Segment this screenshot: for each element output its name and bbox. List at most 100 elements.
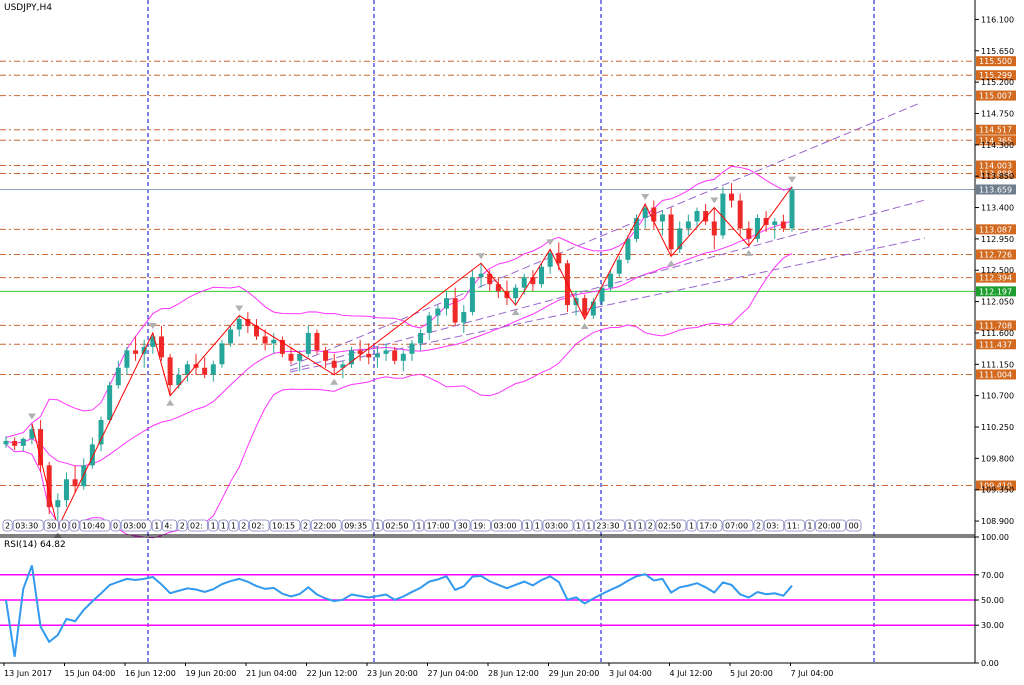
rsi-tick-label: 30.00 <box>981 621 1004 630</box>
candle-up <box>444 298 450 309</box>
time-label: 03:00 <box>123 522 146 531</box>
time-label: 1 <box>211 522 216 531</box>
chart-window[interactable]: 115.500 115.299 115.007 114.517 114.365 114.0… <box>0 0 1024 683</box>
time-label: 10:15 <box>272 522 295 531</box>
time-label: 1 <box>586 522 591 531</box>
time-label: 17:00 <box>427 522 450 531</box>
support-price-label: 112.197 <box>979 287 1012 296</box>
price-tick-label: 111.600 <box>981 329 1014 338</box>
level-price-label: 111.004 <box>979 370 1012 379</box>
time-tick-label: 4 Jul 12:00 <box>670 669 713 678</box>
price-tick-label: 110.700 <box>981 392 1014 401</box>
candle-up <box>219 343 225 365</box>
candle-down <box>651 207 657 222</box>
candle-up <box>685 221 691 229</box>
candle-down <box>323 350 329 361</box>
candle-down <box>366 353 372 358</box>
price-tick-label: 114.300 <box>981 141 1014 150</box>
time-label: 02: <box>190 522 203 531</box>
time-label: 19: <box>473 522 486 531</box>
time-label: 1 <box>807 522 812 531</box>
candle-up <box>789 190 795 229</box>
time-tick-label: 7 Jul 04:00 <box>791 669 834 678</box>
candle-up <box>513 287 519 299</box>
time-tick-label: 23 Jun 20:00 <box>367 669 418 678</box>
level-price-label: 115.007 <box>979 92 1012 101</box>
time-tick-label: 16 Jun 12:00 <box>125 669 176 678</box>
candle-down <box>288 353 294 361</box>
candle-up <box>435 308 441 316</box>
candle-up <box>616 259 622 274</box>
candle-down <box>737 200 743 229</box>
candle-up <box>228 329 234 344</box>
symbol-label: USDJPY,H4 <box>4 3 52 13</box>
chart-canvas[interactable]: 115.500115.299115.007114.517114.365114.0… <box>0 0 1024 683</box>
price-tick-label: 108.900 <box>981 517 1014 526</box>
time-label: 02: <box>251 522 264 531</box>
candle-down <box>780 221 786 229</box>
candle-down <box>72 479 78 487</box>
rsi-tick-label: 70.00 <box>981 571 1004 580</box>
rsi-tick-label: 50.00 <box>981 596 1004 605</box>
candle-up <box>210 364 216 375</box>
price-tick-label: 114.750 <box>981 109 1014 118</box>
time-label: 11: <box>787 522 800 531</box>
candle-up <box>521 277 527 288</box>
candle-up <box>124 350 130 368</box>
candle-down <box>495 284 501 292</box>
candle-up <box>115 367 121 386</box>
price-tick-label: 113.850 <box>981 172 1014 181</box>
candle-down <box>167 357 173 386</box>
candle-up <box>107 385 113 421</box>
time-label: 07:00 <box>725 522 748 531</box>
candle-up <box>236 319 242 330</box>
time-label: 1 <box>627 522 632 531</box>
candle-up <box>478 273 484 278</box>
candle-up <box>426 315 432 333</box>
price-tick-label: 112.500 <box>981 266 1014 275</box>
candle-down <box>262 336 268 344</box>
candle-up <box>20 438 26 446</box>
price-tick-label: 109.350 <box>981 486 1014 495</box>
price-tick-label: 112.950 <box>981 235 1014 244</box>
time-tick-label: 15 Jun 04:00 <box>65 669 116 678</box>
rsi-label: RSI(14) 64.82 <box>4 540 66 550</box>
time-label: 03:30 <box>15 522 38 531</box>
time-label: 1 <box>525 522 530 531</box>
time-label: 1 <box>221 522 226 531</box>
candle-up <box>590 301 596 316</box>
candle-down <box>556 252 562 264</box>
candle-down <box>133 350 139 354</box>
time-label: 30 <box>458 522 468 531</box>
candle-up <box>642 207 648 218</box>
time-label: 2 <box>241 522 246 531</box>
candle-up <box>98 420 104 445</box>
time-label: 2 <box>180 522 185 531</box>
time-label: 0 <box>72 522 77 531</box>
time-tick-label: 19 Jun 20:00 <box>186 669 237 678</box>
candle-down <box>202 367 208 375</box>
candle-up <box>271 339 277 344</box>
candle-up <box>409 343 415 354</box>
price-tick-label: 115.200 <box>981 78 1014 87</box>
candle-up <box>400 353 406 361</box>
rsi-tick-label: 0.00 <box>981 659 999 668</box>
time-label: 2 <box>756 522 761 531</box>
price-tick-label: 109.800 <box>981 454 1014 463</box>
time-tick-label: 21 Jun 04:00 <box>246 669 297 678</box>
candle-up <box>608 273 614 288</box>
candle-up <box>772 221 778 225</box>
time-label: 2 <box>5 522 10 531</box>
price-tick-label: 111.150 <box>981 360 1014 369</box>
candle-down <box>331 360 337 368</box>
price-tick-label: 115.650 <box>981 47 1014 56</box>
candle-up <box>305 332 311 354</box>
candle-up <box>694 211 700 222</box>
time-label: 30 <box>46 522 56 531</box>
candle-down <box>711 221 717 236</box>
time-label: 1 <box>638 522 643 531</box>
time-tick-label: 29 Jun 20:00 <box>549 669 600 678</box>
time-label: 4: <box>164 522 172 531</box>
time-tick-label: 13 Jun 2017 <box>4 669 52 678</box>
level-price-label: 115.500 <box>979 57 1012 66</box>
